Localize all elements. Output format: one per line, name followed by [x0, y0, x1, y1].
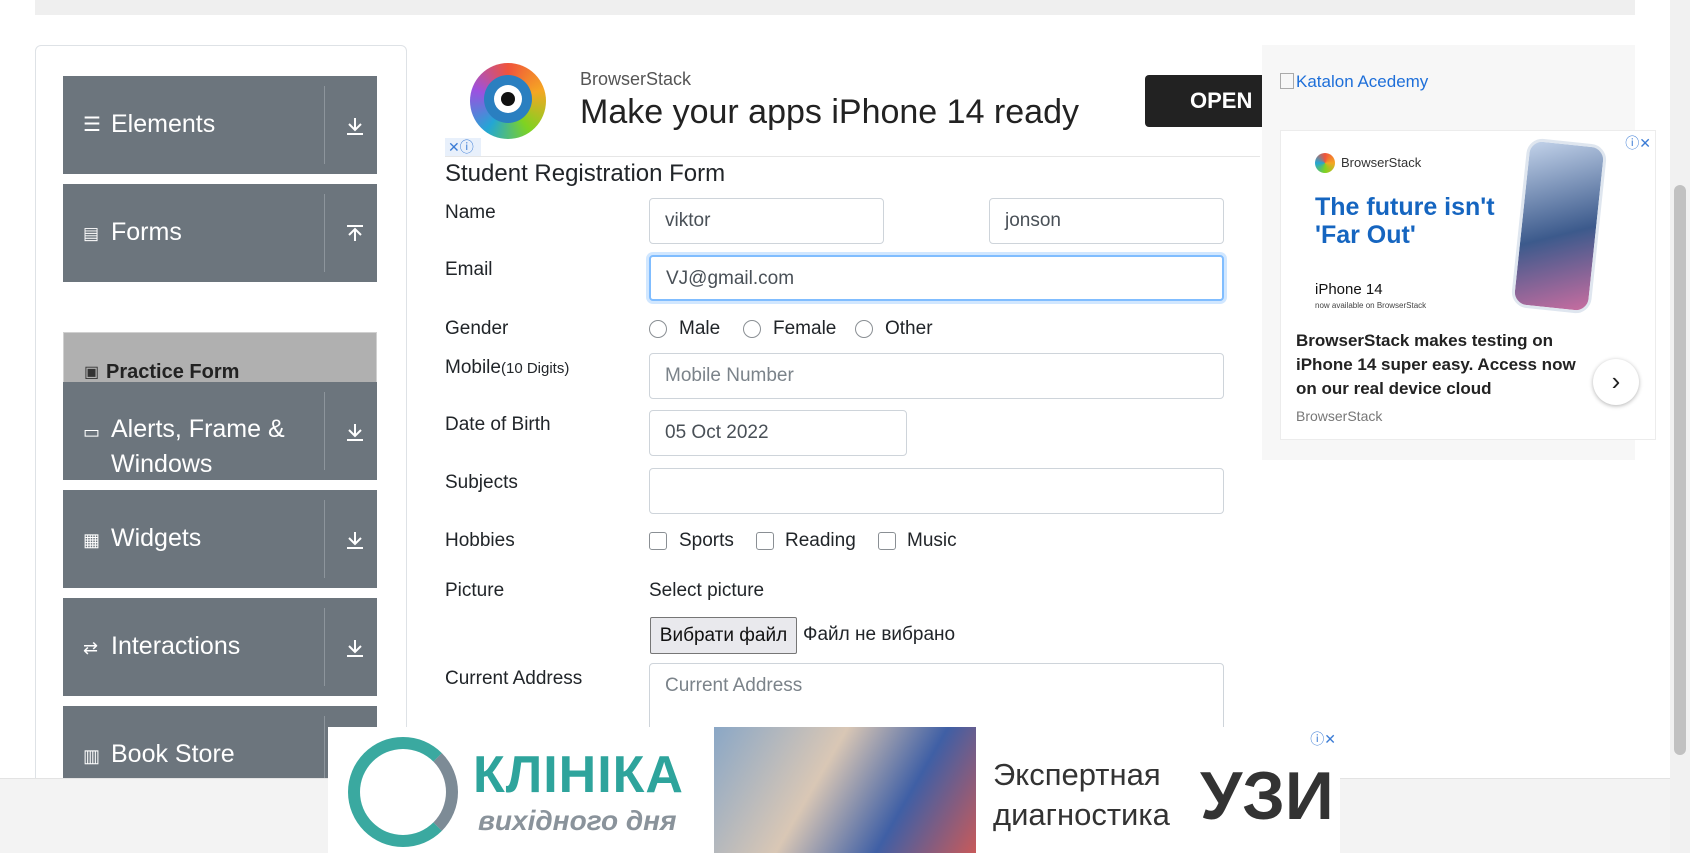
sidebar-group-label: Book Store [111, 740, 235, 768]
sidebar: ☰ Elements ▤ Forms ▣ Practice Form ▭ Ale… [35, 45, 407, 805]
ad-uzi-text: УЗИ [1200, 758, 1334, 834]
ad-choices-icon[interactable]: ✕ⓘ [445, 138, 481, 156]
divider [324, 86, 325, 164]
browserstack-logo [470, 63, 546, 139]
sidebar-group-label: Interactions [111, 632, 241, 660]
widgets-icon: ▦ [83, 530, 101, 550]
download-arrow-icon [347, 640, 363, 657]
mobile-hint: (10 Digits) [500, 360, 570, 377]
name-label: Name [445, 202, 496, 223]
sidebar-group-label: Widgets [111, 524, 202, 552]
sidebar-group-widgets[interactable]: ▦ Widgets [63, 490, 377, 588]
mobile-label: Mobile(10 Digits) [445, 357, 570, 378]
broken-image-icon [1280, 73, 1294, 89]
subjects-input[interactable] [649, 468, 1224, 514]
bottom-ad-banner[interactable]: КЛІНІКА вихідного дня Экспертная диагнос… [328, 727, 1340, 853]
html5-icon: ▣ [84, 364, 100, 381]
hobbies-label: Hobbies [445, 530, 515, 551]
ad-description: BrowserStack makes testing on iPhone 14 … [1296, 331, 1576, 398]
first-name-input[interactable]: viktor [649, 198, 884, 244]
hobby-music-label[interactable]: Music [907, 530, 957, 552]
phone-image [1510, 137, 1608, 315]
top-ad-banner[interactable]: BrowserStack Make your apps iPhone 14 re… [445, 45, 1270, 157]
top-banner [35, 0, 1635, 15]
browserstack-logo [1315, 153, 1335, 173]
divider [324, 392, 325, 470]
hobby-music-checkbox[interactable] [878, 532, 896, 550]
divider [324, 500, 325, 578]
ultrasound-photo [714, 727, 976, 853]
ad-advertiser: BrowserStack [1296, 408, 1383, 424]
chevron-right-icon[interactable]: › [1593, 359, 1639, 405]
clinic-tagline: вихідного дня [478, 805, 677, 836]
address-label: Current Address [445, 668, 583, 689]
gender-other-radio[interactable] [855, 320, 873, 338]
hobby-reading-label[interactable]: Reading [785, 530, 856, 552]
picture-label: Picture [445, 580, 505, 601]
dob-label: Date of Birth [445, 414, 551, 435]
date-of-birth-input[interactable]: 05 Oct 2022 [649, 410, 907, 456]
page-scrollbar[interactable] [1670, 0, 1690, 853]
gender-male-label[interactable]: Male [679, 318, 720, 340]
hobby-reading-checkbox[interactable] [756, 532, 774, 550]
download-arrow-icon [347, 424, 363, 441]
scrollbar-thumb[interactable] [1674, 185, 1686, 755]
sidebar-item-label: Practice Form [106, 361, 240, 383]
mobile-input[interactable]: Mobile Number [649, 353, 1224, 399]
email-label: Email [445, 259, 493, 280]
ad-choices-icon[interactable]: ⓘ✕ [1310, 729, 1336, 749]
gender-female-radio[interactable] [743, 320, 761, 338]
choose-file-button[interactable]: Вибрати файл [650, 617, 797, 654]
divider [324, 194, 325, 272]
list-icon: ☰ [83, 114, 101, 136]
sidebar-group-forms[interactable]: ▤ Forms [63, 184, 377, 282]
select-picture-label: Select picture [649, 580, 765, 601]
sidebar-group-label: Forms [111, 218, 182, 246]
ad-brand: BrowserStack [1341, 155, 1422, 170]
upload-arrow-icon [347, 225, 363, 241]
browserstack-side-ad[interactable]: BrowserStack The future isn't 'Far Out' … [1280, 130, 1656, 440]
ad-headline: Make your apps iPhone 14 ready [580, 93, 1079, 131]
divider [324, 608, 325, 686]
form-title: Student Registration Form [445, 160, 726, 187]
last-name-input[interactable]: jonson [989, 198, 1224, 244]
ad-iphone-text: iPhone 14 [1315, 281, 1383, 298]
ad-headline: The future isn't 'Far Out' [1315, 193, 1495, 249]
clinic-logo [348, 737, 458, 847]
file-status: Файл не вибрано [803, 624, 956, 645]
document-icon: ▤ [83, 224, 100, 243]
interactions-icon: ⇄ [83, 638, 99, 658]
books-icon: ▥ [83, 746, 101, 766]
download-arrow-icon [347, 118, 363, 135]
sidebar-group-elements[interactable]: ☰ Elements [63, 76, 377, 174]
hobby-sports-checkbox[interactable] [649, 532, 667, 550]
gender-label: Gender [445, 318, 509, 339]
email-input[interactable]: VJ@gmail.com [649, 255, 1224, 301]
window-icon: ▭ [83, 422, 101, 442]
clinic-name: КЛІНІКА [473, 746, 684, 804]
ad-brand: BrowserStack [580, 69, 692, 89]
sidebar-group-alerts-frame-windows[interactable]: ▭ Alerts, Frame & Windows [63, 382, 377, 480]
sidebar-group-interactions[interactable]: ⇄ Interactions [63, 598, 377, 696]
hobby-sports-label[interactable]: Sports [679, 530, 734, 552]
download-arrow-icon [347, 532, 363, 549]
katalon-ad-link[interactable]: Katalon Acedemy [1280, 72, 1428, 92]
sidebar-group-label: Elements [111, 110, 216, 138]
sidebar-group-label: Alerts, Frame & Windows [111, 415, 285, 478]
gender-female-label[interactable]: Female [773, 318, 836, 340]
gender-male-radio[interactable] [649, 320, 667, 338]
ad-available-text: now available on BrowserStack [1315, 301, 1427, 310]
subjects-label: Subjects [445, 472, 518, 493]
ad-choices-icon[interactable]: ⓘ✕ [1625, 133, 1651, 153]
gender-other-label[interactable]: Other [885, 318, 933, 340]
ad-open-button[interactable]: OPEN [1145, 75, 1270, 127]
